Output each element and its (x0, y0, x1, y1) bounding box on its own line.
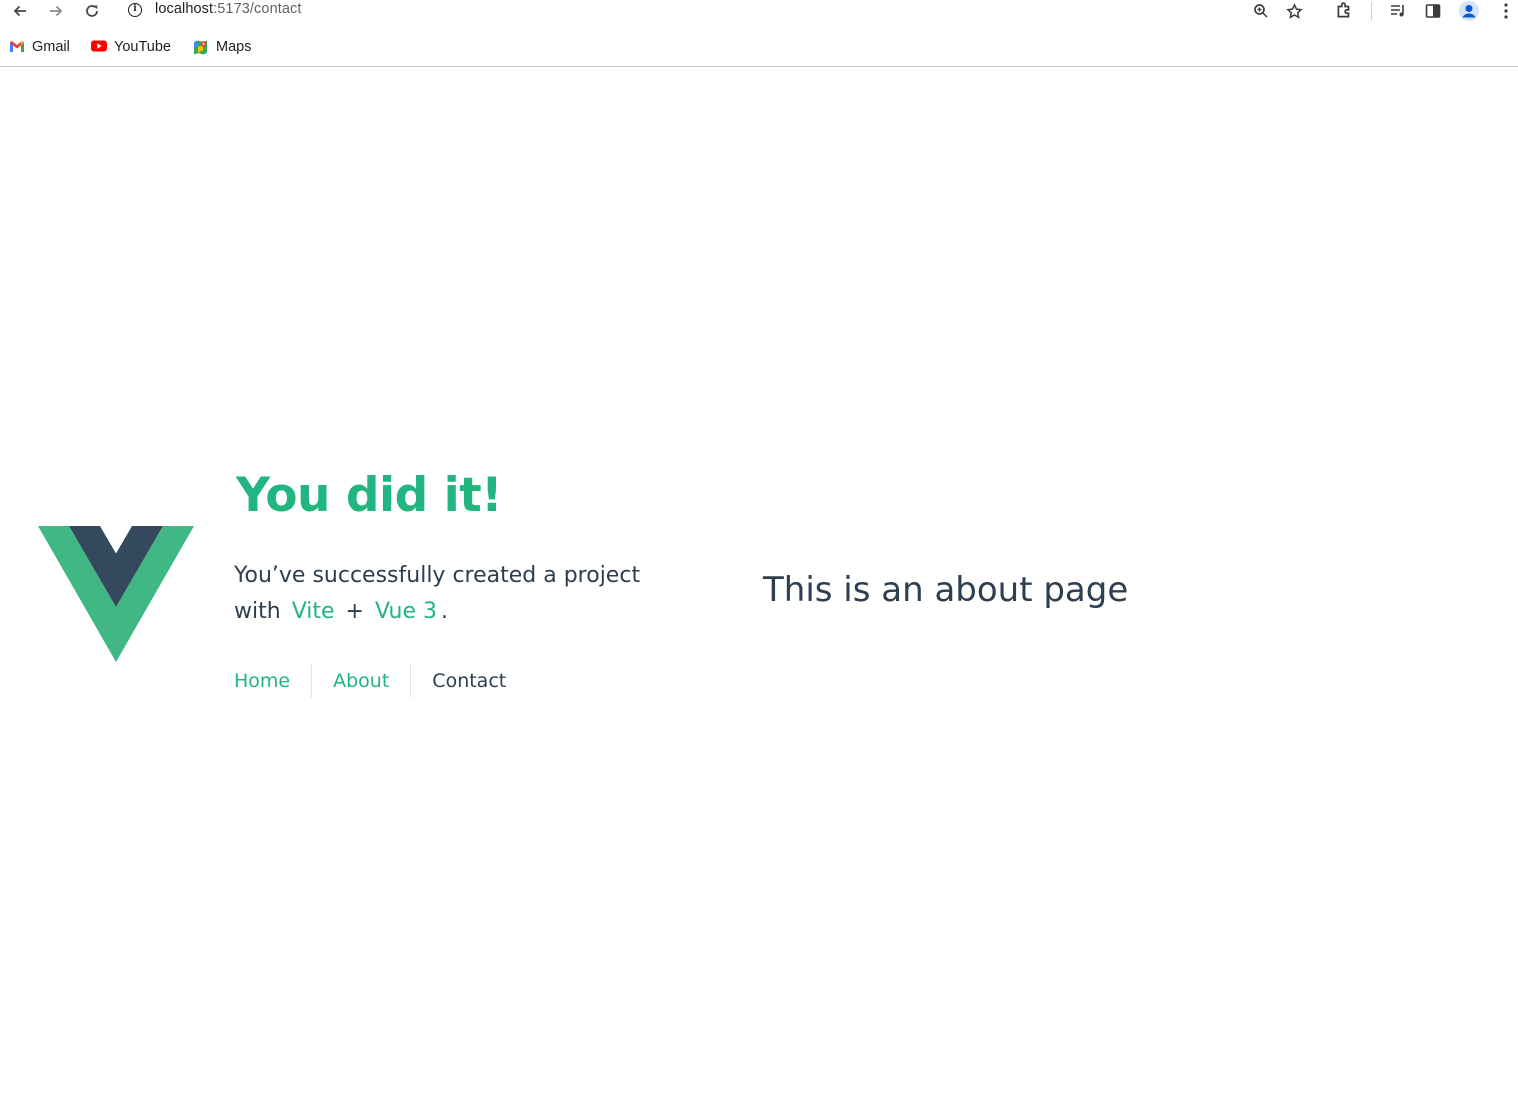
hero-title: You did it! (236, 468, 503, 523)
profile-avatar-icon[interactable] (1458, 0, 1480, 22)
page-content: You did it! You’ve successfully created … (0, 68, 1518, 1114)
menu-kebab-icon[interactable] (1495, 0, 1517, 22)
address-bar[interactable]: i localhost:5173/contact (116, 0, 1316, 24)
nav-link-contact[interactable]: Contact (410, 664, 527, 698)
vite-link[interactable]: Vite (288, 599, 339, 624)
bookmark-label: Gmail (32, 39, 70, 55)
bookmarks-bar: Gmail YouTube Maps (0, 28, 1518, 67)
maps-icon (193, 40, 209, 55)
gmail-icon (9, 40, 25, 54)
period: . (441, 599, 448, 624)
back-arrow-icon (13, 5, 26, 17)
vue-link[interactable]: Vue 3 (371, 599, 441, 624)
plus-sign: + (345, 599, 364, 624)
toolbar-divider (1371, 2, 1372, 20)
youtube-icon (91, 40, 107, 54)
bookmark-youtube[interactable]: YouTube (91, 38, 171, 56)
main-nav: Home About Contact (234, 664, 527, 698)
vue-logo (38, 526, 194, 662)
bookmark-maps[interactable]: Maps (193, 38, 251, 56)
hero-subtitle: You’ve successfully created a project wi… (234, 558, 674, 630)
forward-button[interactable] (44, 0, 68, 22)
nav-link-about[interactable]: About (311, 664, 410, 698)
back-button[interactable] (8, 0, 32, 22)
bookmark-gmail[interactable]: Gmail (9, 38, 70, 56)
reload-icon (86, 5, 98, 17)
zoom-icon[interactable] (1250, 0, 1272, 22)
page-heading: This is an about page (763, 570, 1129, 610)
site-info-icon[interactable]: i (128, 3, 142, 17)
bookmark-label: YouTube (114, 39, 171, 55)
bookmark-star-icon[interactable] (1283, 0, 1305, 22)
nav-link-home[interactable]: Home (234, 664, 311, 698)
forward-arrow-icon (50, 5, 63, 17)
media-control-icon[interactable] (1387, 0, 1409, 22)
browser-toolbar: i localhost:5173/contact (0, 0, 1518, 28)
extensions-icon[interactable] (1333, 0, 1355, 22)
reload-button[interactable] (80, 0, 104, 22)
url-text[interactable]: localhost:5173/contact (155, 1, 302, 17)
bookmark-label: Maps (216, 39, 252, 55)
side-panel-icon[interactable] (1422, 0, 1444, 22)
